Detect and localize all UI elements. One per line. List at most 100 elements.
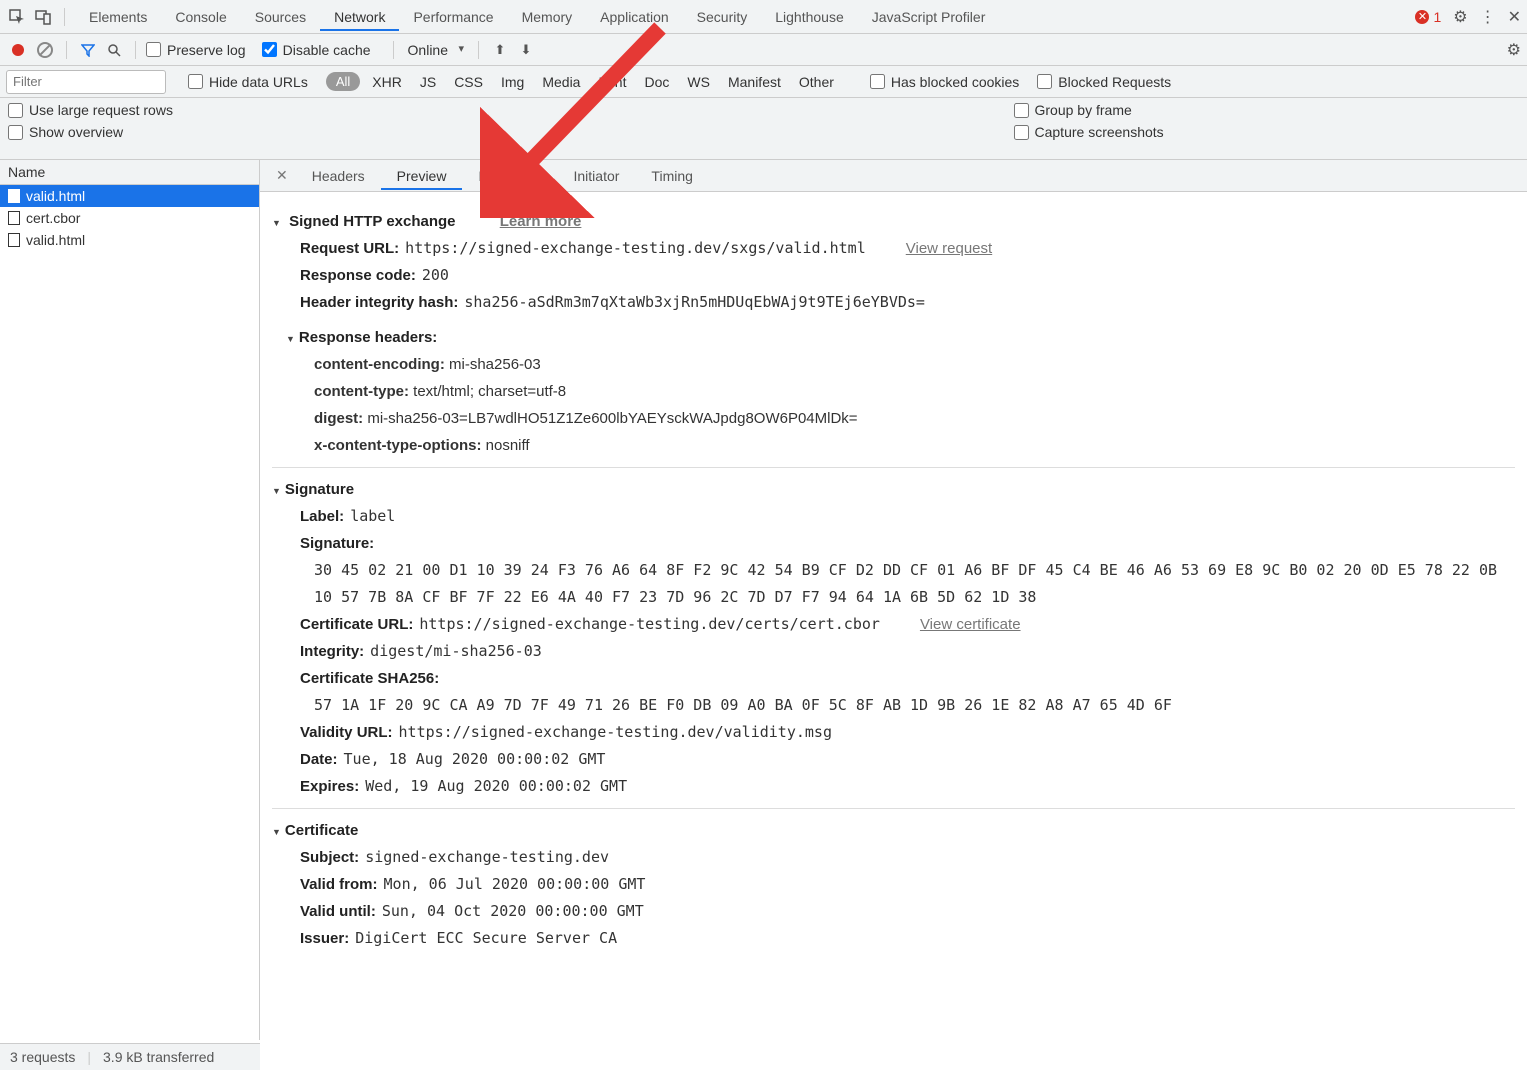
filter-input[interactable] — [6, 70, 166, 94]
signature-section-title[interactable]: Signature — [272, 476, 1515, 503]
type-filter-xhr[interactable]: XHR — [366, 72, 408, 92]
search-icon[interactable] — [103, 39, 125, 61]
sig-expires-v: Wed, 19 Aug 2020 00:00:02 GMT — [365, 777, 627, 795]
sig-validity-k: Validity URL: — [300, 724, 393, 741]
response-header-key: content-type: — [314, 383, 409, 400]
detail-tab-initiator[interactable]: Initiator — [558, 162, 636, 190]
blocked-requests-label: Blocked Requests — [1058, 74, 1171, 90]
more-menu-icon[interactable]: ⋮ — [1480, 7, 1496, 27]
detail-tab-response[interactable]: Response — [462, 162, 557, 190]
top-tab-elements[interactable]: Elements — [75, 3, 161, 31]
response-header-row: content-encoding: mi-sha256-03 — [314, 351, 1515, 378]
response-header-key: digest: — [314, 410, 363, 427]
close-devtools-icon[interactable]: ✕ — [1508, 7, 1521, 27]
clear-button[interactable] — [34, 39, 56, 61]
file-icon — [8, 211, 20, 225]
sig-integrity-v: digest/mi-sha256-03 — [370, 642, 542, 660]
error-icon: ✕ — [1415, 10, 1429, 24]
top-tab-javascript-profiler[interactable]: JavaScript Profiler — [858, 3, 1000, 31]
learn-more-link[interactable]: Learn more — [500, 213, 582, 230]
devtools-top-tabs: ElementsConsoleSourcesNetworkPerformance… — [0, 0, 1527, 34]
detail-tab-preview[interactable]: Preview — [381, 162, 463, 190]
type-filter-other[interactable]: Other — [793, 72, 840, 92]
error-count-badge[interactable]: ✕ 1 — [1415, 9, 1441, 25]
network-toolbar: Preserve log Disable cache Online ⚙ — [0, 34, 1527, 66]
sig-signature-v: 30 45 02 21 00 D1 10 39 24 F3 76 A6 64 8… — [314, 557, 1515, 611]
type-filter-ws[interactable]: WS — [681, 72, 716, 92]
cert-validuntil-k: Valid until: — [300, 903, 376, 920]
type-filter-css[interactable]: CSS — [448, 72, 489, 92]
capture-screenshots-checkbox[interactable]: Capture screenshots — [1014, 124, 1508, 140]
throttling-dropdown[interactable]: Online — [404, 40, 468, 60]
preserve-log-checkbox[interactable]: Preserve log — [146, 42, 246, 58]
response-header-row: digest: mi-sha256-03=LB7wdlHO51Z1Ze600lb… — [314, 405, 1515, 432]
response-header-value: mi-sha256-03=LB7wdlHO51Z1Ze600lbYAEYsckW… — [363, 410, 857, 427]
detail-tab-timing[interactable]: Timing — [635, 162, 709, 190]
sig-integrity-k: Integrity: — [300, 643, 364, 660]
network-settings-icon[interactable]: ⚙ — [1507, 40, 1521, 60]
type-filter-media[interactable]: Media — [536, 72, 586, 92]
top-tabs-container: ElementsConsoleSourcesNetworkPerformance… — [75, 3, 999, 31]
type-filter-img[interactable]: Img — [495, 72, 530, 92]
detail-tab-headers[interactable]: Headers — [296, 162, 381, 190]
request-name: valid.html — [26, 188, 85, 204]
has-blocked-cookies-checkbox[interactable]: Has blocked cookies — [870, 74, 1019, 90]
inspect-element-icon[interactable] — [6, 6, 28, 28]
detail-panel: ✕ HeadersPreviewResponseInitiatorTiming … — [260, 160, 1527, 1040]
disable-cache-checkbox[interactable]: Disable cache — [262, 42, 371, 58]
import-har-icon[interactable] — [489, 39, 511, 61]
request-row[interactable]: cert.cbor — [0, 207, 259, 229]
type-filter-manifest[interactable]: Manifest — [722, 72, 787, 92]
error-count-text: 1 — [1433, 9, 1441, 25]
response-header-value: text/html; charset=utf-8 — [409, 383, 566, 400]
sig-certsha-v: 57 1A 1F 20 9C CA A9 7D 7F 49 71 26 BE F… — [314, 692, 1515, 719]
record-button[interactable] — [12, 44, 24, 56]
blocked-requests-checkbox[interactable]: Blocked Requests — [1037, 74, 1171, 90]
sxg-section-title[interactable]: Signed HTTP exchange Learn more — [272, 208, 1515, 235]
type-filter-js[interactable]: JS — [414, 72, 442, 92]
filter-toggle-icon[interactable] — [77, 39, 99, 61]
top-tab-performance[interactable]: Performance — [399, 3, 507, 31]
top-tab-security[interactable]: Security — [683, 3, 762, 31]
top-tab-network[interactable]: Network — [320, 3, 399, 31]
large-rows-label: Use large request rows — [29, 102, 173, 118]
sig-certsha-k: Certificate SHA256: — [300, 670, 439, 687]
request-list-header[interactable]: Name — [0, 160, 259, 185]
certificate-section-title[interactable]: Certificate — [272, 817, 1515, 844]
divider — [393, 41, 394, 59]
status-transferred: 3.9 kB transferred — [103, 1049, 214, 1065]
hide-data-urls-checkbox[interactable]: Hide data URLs — [188, 74, 308, 90]
export-har-icon[interactable] — [515, 39, 537, 61]
top-tab-sources[interactable]: Sources — [241, 3, 320, 31]
group-by-frame-checkbox[interactable]: Group by frame — [1014, 102, 1508, 118]
type-filter-font[interactable]: Font — [592, 72, 632, 92]
sig-certurl-k: Certificate URL: — [300, 616, 413, 633]
top-tab-console[interactable]: Console — [161, 3, 240, 31]
request-url-label: Request URL: — [300, 240, 399, 257]
close-detail-icon[interactable]: ✕ — [268, 167, 296, 184]
device-toolbar-icon[interactable] — [32, 6, 54, 28]
large-rows-checkbox[interactable]: Use large request rows — [8, 102, 502, 118]
type-filter-all[interactable]: All — [326, 72, 360, 91]
capture-screenshots-label: Capture screenshots — [1035, 124, 1164, 140]
type-filter-doc[interactable]: Doc — [638, 72, 675, 92]
divider — [64, 8, 65, 26]
response-header-value: nosniff — [481, 437, 529, 454]
top-tab-application[interactable]: Application — [586, 3, 683, 31]
request-row[interactable]: valid.html — [0, 229, 259, 251]
view-certificate-link[interactable]: View certificate — [920, 616, 1021, 633]
filter-bar: Hide data URLs All XHR JS CSS Img Media Font Do… — [0, 66, 1527, 98]
top-tab-lighthouse[interactable]: Lighthouse — [761, 3, 858, 31]
show-overview-checkbox[interactable]: Show overview — [8, 124, 502, 140]
sig-certurl-v: https://signed-exchange-testing.dev/cert… — [419, 615, 880, 633]
request-row[interactable]: valid.html — [0, 185, 259, 207]
file-icon — [8, 233, 20, 247]
cert-subject-v: signed-exchange-testing.dev — [365, 848, 609, 866]
disable-cache-label: Disable cache — [283, 42, 371, 58]
settings-icon[interactable]: ⚙ — [1453, 7, 1467, 27]
view-request-link[interactable]: View request — [906, 240, 992, 257]
hide-data-urls-label: Hide data URLs — [209, 74, 308, 90]
response-headers-title[interactable]: Response headers: — [286, 324, 1515, 351]
network-options: Use large request rows Show overview Gro… — [0, 98, 1527, 160]
top-tab-memory[interactable]: Memory — [508, 3, 587, 31]
